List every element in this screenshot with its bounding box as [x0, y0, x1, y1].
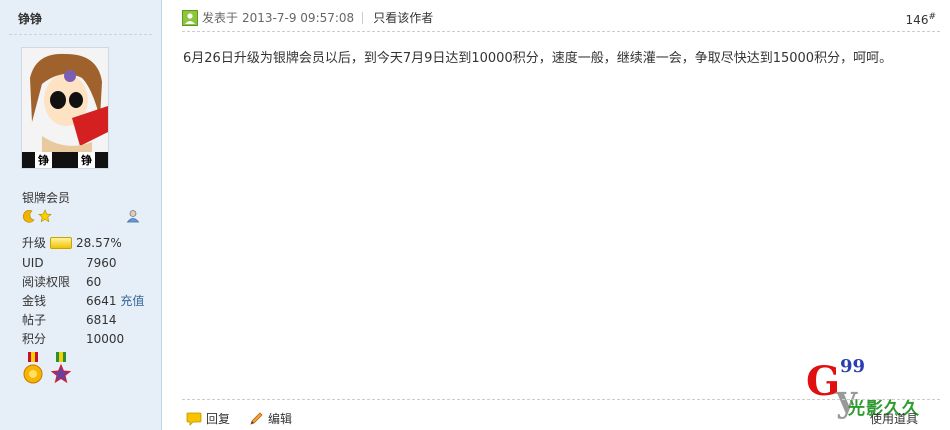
posted-prefix: 发表于: [202, 11, 239, 25]
stat-row: 阅读权限 60: [22, 272, 144, 291]
watermark-number: 99: [840, 356, 866, 377]
footer-divider: [182, 399, 940, 400]
floor-value: 146: [905, 13, 929, 27]
avatar-char-1: 铮: [35, 152, 52, 168]
user-sidebar: 铮铮 铮 铮 银牌会员 升级 28.57% UID 7960 阅读权限 60 金…: [0, 0, 162, 430]
posts-count-link[interactable]: 6814: [86, 310, 144, 329]
medals: [22, 352, 72, 386]
post-actions: 回复 编辑: [186, 410, 292, 427]
medal-star-icon[interactable]: [50, 352, 72, 386]
profile-icon[interactable]: [126, 209, 140, 226]
stat-value: 60: [86, 274, 102, 289]
stat-row: 帖子 6814: [22, 310, 144, 329]
post-header: 发表于 2013-7-9 09:57:08 只看该作者: [182, 9, 433, 26]
sidebar-divider: [9, 34, 152, 35]
header-divider: [182, 31, 940, 32]
pencil-icon: [250, 411, 263, 425]
stat-value: 10000: [86, 331, 125, 346]
upgrade-label: 升级: [22, 236, 47, 250]
floor-number[interactable]: 146#: [906, 12, 936, 27]
stat-key: 阅读权限: [22, 275, 71, 289]
avatar-caption: 铮 铮: [22, 152, 108, 168]
avatar-image: [22, 48, 108, 152]
stat-key: 积分: [22, 332, 47, 346]
header-separator: [362, 11, 364, 24]
edit-label: 编辑: [268, 412, 293, 426]
avatar-char-2: 铮: [78, 152, 95, 168]
upgrade-bar: [50, 236, 73, 249]
upgrade-percent: 28.57%: [76, 235, 122, 250]
floor-mark: #: [928, 12, 936, 22]
moon-icon: [22, 210, 35, 223]
online-status-icon: [182, 9, 198, 26]
recharge-link[interactable]: 充值: [120, 294, 144, 308]
medal-sun-icon[interactable]: [22, 352, 44, 386]
edit-button[interactable]: 编辑: [248, 410, 292, 427]
star-icon: [38, 209, 52, 223]
stat-row: UID 7960: [22, 253, 144, 272]
stat-key: UID: [22, 255, 44, 270]
reply-label: 回复: [206, 412, 231, 426]
upgrade-progress: 升级 28.57%: [22, 234, 122, 251]
stat-value: 7960: [86, 255, 117, 270]
rank-stars: [22, 209, 52, 223]
reply-icon: [186, 412, 202, 426]
only-author-link[interactable]: 只看该作者: [373, 9, 433, 26]
stat-value-cell: 6641 充值: [86, 291, 144, 310]
username[interactable]: 铮铮: [18, 10, 42, 27]
user-rank[interactable]: 银牌会员: [22, 189, 70, 206]
use-tools-link[interactable]: 使用道具: [870, 410, 918, 427]
stat-key: 金钱: [22, 294, 47, 308]
post-content: 6月26日升级为银牌会员以后，到今天7月9日达到10000积分，速度一般，继续灌…: [183, 51, 893, 66]
stat-row: 积分 10000: [22, 329, 144, 348]
user-stats: UID 7960 阅读权限 60 金钱 6641 充值 帖子 6814 积分 1…: [22, 253, 144, 348]
avatar[interactable]: 铮 铮: [21, 47, 109, 169]
reply-button[interactable]: 回复: [186, 410, 230, 427]
stat-row: 金钱 6641 充值: [22, 291, 144, 310]
stat-value: 6641: [86, 294, 117, 308]
posted-time: 2013-7-9 09:57:08: [242, 10, 355, 25]
stat-key: 帖子: [22, 313, 47, 327]
